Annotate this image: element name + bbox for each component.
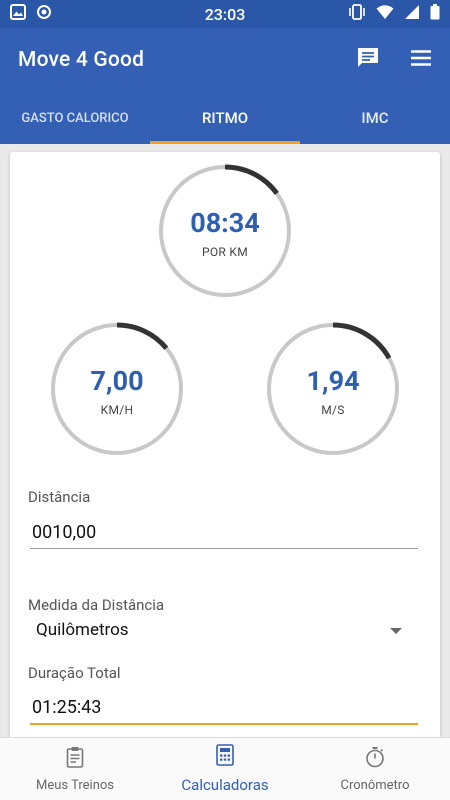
duration-input[interactable]: 01:25:43 bbox=[32, 697, 101, 718]
chat-icon[interactable] bbox=[356, 46, 380, 74]
menu-icon[interactable] bbox=[410, 49, 432, 71]
nav-label-calculadoras: Calculadoras bbox=[181, 776, 269, 794]
duration-underline bbox=[30, 723, 418, 725]
distance-input[interactable]: 0010,00 bbox=[32, 522, 96, 543]
nav-calculadoras[interactable]: Calculadoras bbox=[150, 738, 300, 800]
pace-unit: POR KM bbox=[201, 245, 248, 259]
tab-bar: GASTO CALORICO RITMO IMC bbox=[0, 92, 450, 144]
clipboard-icon bbox=[66, 746, 84, 772]
nav-label-meus-treinos: Meus Treinos bbox=[35, 777, 114, 793]
duration-label: Duração Total bbox=[28, 664, 121, 682]
status-bar: 23:03 bbox=[0, 0, 450, 28]
pace-value: 08:34 bbox=[190, 207, 260, 239]
pace-calculator-card: 08:34 POR KM 7,00 KM/H 1,94 M/S Distânci… bbox=[10, 152, 440, 752]
stopwatch-icon bbox=[365, 746, 385, 772]
nav-label-cronometro: Cronômetro bbox=[340, 777, 410, 793]
ms-gauge: 1,94 M/S bbox=[266, 322, 400, 456]
distance-label: Distância bbox=[28, 488, 91, 506]
app-title: Move 4 Good bbox=[18, 48, 145, 72]
nav-cronometro[interactable]: Cronômetro bbox=[300, 738, 450, 800]
tab-imc[interactable]: IMC bbox=[300, 92, 450, 144]
status-time: 23:03 bbox=[204, 4, 246, 24]
tab-ritmo[interactable]: RITMO bbox=[150, 92, 300, 144]
ms-unit: M/S bbox=[321, 403, 345, 417]
kmh-gauge: 7,00 KM/H bbox=[50, 322, 184, 456]
ms-value: 1,94 bbox=[306, 365, 360, 397]
nav-meus-treinos[interactable]: Meus Treinos bbox=[0, 738, 150, 800]
app-bar: Move 4 Good bbox=[0, 28, 450, 92]
calculator-icon bbox=[216, 744, 234, 770]
kmh-value: 7,00 bbox=[90, 365, 144, 397]
dropdown-arrow-icon[interactable] bbox=[390, 628, 402, 634]
measure-select[interactable]: Quilômetros bbox=[36, 620, 129, 640]
tab-gasto-calorico[interactable]: GASTO CALORICO bbox=[0, 92, 150, 144]
kmh-unit: KM/H bbox=[100, 403, 134, 417]
distance-underline bbox=[30, 548, 418, 549]
measure-label: Medida da Distância bbox=[28, 596, 165, 614]
pace-gauge: 08:34 POR KM bbox=[158, 164, 292, 298]
bottom-nav: Meus Treinos Calculadoras Cronômetro bbox=[0, 737, 450, 800]
